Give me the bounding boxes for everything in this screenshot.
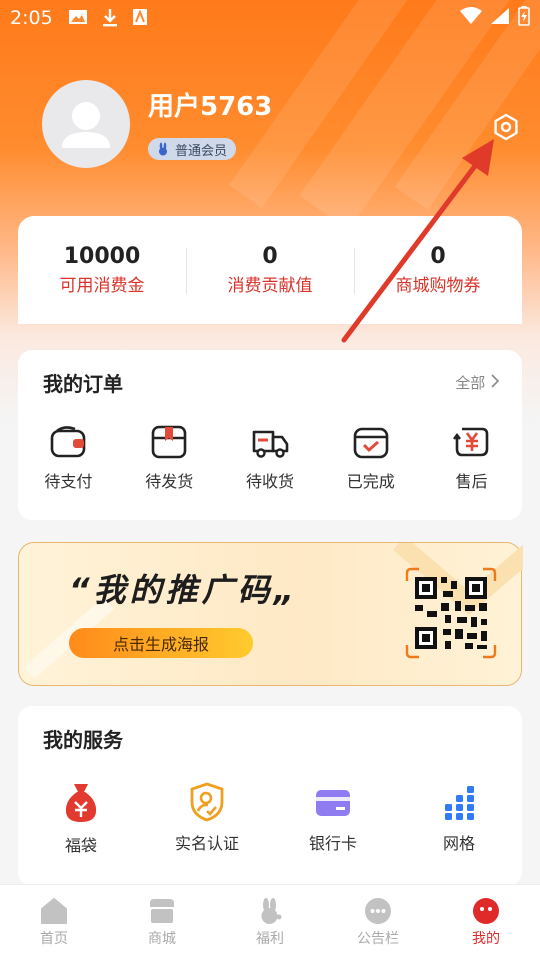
stat-label: 商城购物券 <box>395 276 481 296</box>
signal-icon <box>491 8 509 24</box>
yen-refresh-icon <box>452 427 488 457</box>
service-label: 福袋 <box>64 836 97 855</box>
order-item-label: 待发货 <box>145 472 194 491</box>
order-after-sales[interactable]: 售后 <box>421 424 522 492</box>
stat-label: 消费贡献值 <box>227 276 313 296</box>
order-item-label: 售后 <box>455 472 488 491</box>
tab-label: 首页 <box>40 931 68 947</box>
order-completed[interactable]: 已完成 <box>320 424 421 492</box>
username: 用户5763 <box>148 92 273 122</box>
stats-panel: 10000 可用消费金 0 消费贡献值 0 商城购物券 <box>18 216 522 324</box>
service-grid[interactable]: 网格 <box>396 782 522 856</box>
home-icon <box>41 898 67 924</box>
image-notification-icon <box>69 10 87 24</box>
rabbit-badge-icon <box>159 142 167 156</box>
services-card: 我的服务 福袋 实名认证 银行卡 网格 <box>18 706 522 886</box>
stat-value: 10000 <box>63 244 141 269</box>
service-label: 网格 <box>442 834 475 853</box>
calendar-check-icon <box>353 427 389 459</box>
orders-all-link[interactable]: 全部 <box>455 372 500 393</box>
generate-poster-button[interactable]: 点击生成海报 <box>69 628 253 658</box>
tab-bulletin[interactable]: 公告栏 <box>324 885 432 960</box>
grid-icon <box>445 786 474 820</box>
default-user-icon <box>62 102 110 148</box>
lucky-bag-icon <box>65 784 97 822</box>
download-icon <box>103 9 117 27</box>
member-badge: 普通会员 <box>148 138 237 160</box>
order-item-label: 待收货 <box>245 472 294 491</box>
service-label: 实名认证 <box>174 834 239 853</box>
stat-consumption-funds[interactable]: 10000 可用消费金 <box>18 244 186 296</box>
stat-label: 可用消费金 <box>59 276 145 296</box>
chevron-right-icon <box>491 374 500 388</box>
stat-value: 0 <box>262 244 278 269</box>
chat-bubble-icon <box>365 898 391 924</box>
tab-bar: 首页 商城 福利 公告栏 我的 <box>0 884 540 960</box>
wifi-icon <box>460 7 482 24</box>
order-pending-payment[interactable]: 待支付 <box>18 424 119 492</box>
truck-icon <box>252 430 289 458</box>
status-bar: 2:05 <box>0 0 540 36</box>
services-title: 我的服务 <box>43 728 123 752</box>
orders-card: 我的订单 全部 待支付 待发货 待收货 已完成 售后 <box>18 350 522 520</box>
promo-banner[interactable]: “我的推广码„ 点击生成海报 <box>18 542 523 686</box>
member-label: 普通会员 <box>175 143 228 159</box>
service-label: 银行卡 <box>308 834 357 853</box>
order-pending-receipt[interactable]: 待收货 <box>220 424 321 492</box>
order-pending-shipment[interactable]: 待发货 <box>119 424 220 492</box>
avatar[interactable] <box>42 80 130 168</box>
tab-home[interactable]: 首页 <box>0 885 108 960</box>
orders-title: 我的订单 <box>43 372 123 396</box>
tab-label: 我的 <box>472 931 500 947</box>
service-lucky-bag[interactable]: 福袋 <box>18 782 144 856</box>
status-time: 2:05 <box>10 7 53 29</box>
stat-contribution[interactable]: 0 消费贡献值 <box>186 244 354 296</box>
battery-icon <box>518 6 530 26</box>
font-notification-icon <box>133 9 147 25</box>
promo-title: “我的推广码„ <box>69 571 299 609</box>
store-icon <box>150 899 174 923</box>
order-item-label: 待支付 <box>44 472 93 491</box>
tab-label: 公告栏 <box>357 931 399 947</box>
order-item-label: 已完成 <box>346 472 395 491</box>
orders-all-label: 全部 <box>455 374 486 392</box>
stat-value: 0 <box>430 244 446 269</box>
tab-store[interactable]: 商城 <box>108 885 216 960</box>
tab-mine[interactable]: 我的 <box>432 885 540 960</box>
stat-vouchers[interactable]: 0 商城购物券 <box>354 244 522 296</box>
bank-card-icon <box>316 790 350 816</box>
qr-code-icon <box>405 567 497 659</box>
service-real-name[interactable]: 实名认证 <box>144 782 270 856</box>
package-icon <box>151 425 187 459</box>
rabbit-icon <box>261 898 282 924</box>
tab-label: 商城 <box>148 931 176 947</box>
tab-welfare[interactable]: 福利 <box>216 885 324 960</box>
wallet-icon <box>51 426 86 458</box>
profile-icon <box>473 898 499 924</box>
service-bank-card[interactable]: 银行卡 <box>270 782 396 856</box>
id-verify-icon <box>190 782 224 822</box>
tab-label: 福利 <box>256 931 284 947</box>
settings-icon[interactable] <box>492 113 520 141</box>
